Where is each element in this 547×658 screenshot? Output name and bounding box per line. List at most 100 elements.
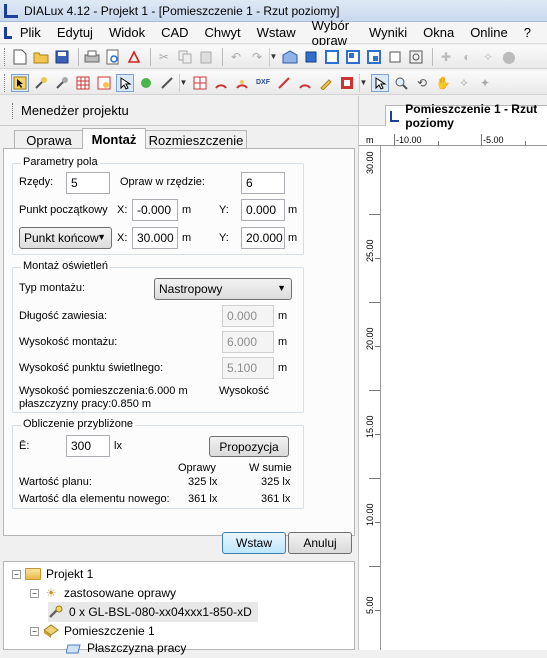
save-icon[interactable] <box>53 48 71 66</box>
select-luminaire-icon[interactable] <box>11 73 29 92</box>
arc-icon[interactable] <box>212 74 230 92</box>
document-tab[interactable]: Pomieszczenie 1 - Rzut poziomy <box>385 102 547 130</box>
dxf-icon[interactable]: DXF <box>254 74 272 92</box>
tree-item-workplane[interactable]: Płaszczyzna pracy <box>66 638 186 658</box>
toolbar-dropdown[interactable]: ▼ <box>359 73 367 92</box>
aim-luminaire-icon[interactable] <box>53 74 71 92</box>
tree-item-project[interactable]: − Projekt 1 <box>12 564 93 584</box>
table-icon[interactable] <box>74 74 92 92</box>
mount-height-input[interactable]: 6.000 <box>222 331 274 353</box>
side-view-icon[interactable] <box>344 48 362 66</box>
open-icon[interactable] <box>32 48 50 66</box>
toolbar-grip[interactable] <box>4 47 7 66</box>
tilt-icon[interactable] <box>158 74 176 92</box>
col-total-header: W sumie <box>249 462 292 474</box>
fly-icon[interactable]: ✦ <box>476 74 494 92</box>
insert-button[interactable]: Wstaw <box>222 532 286 554</box>
menu-online[interactable]: Online <box>470 25 508 40</box>
rows-input[interactable]: 5 <box>66 172 110 194</box>
pointer-icon[interactable] <box>371 73 389 92</box>
dwg-icon[interactable] <box>233 74 251 92</box>
cube-icon[interactable] <box>302 48 320 66</box>
magnifier-icon[interactable] <box>392 74 410 92</box>
view-icon[interactable] <box>365 48 383 66</box>
green-arrow-icon[interactable] <box>137 74 155 92</box>
toolbar-grip[interactable] <box>4 73 7 92</box>
rotate-luminaire-icon[interactable] <box>32 74 50 92</box>
undo-icon[interactable]: ↶ <box>227 48 245 66</box>
pencil-icon[interactable] <box>317 74 335 92</box>
collapse-icon[interactable]: − <box>30 626 39 636</box>
start-x-input[interactable]: -0.000 <box>132 199 178 221</box>
redo-icon[interactable]: ↷ <box>248 48 266 66</box>
new-icon[interactable] <box>11 48 29 66</box>
tree-item-luminaire[interactable]: 0 x GL-BSL-080-xx04xxx1-850-xD <box>48 602 258 622</box>
tab-montaz[interactable]: Montaż <box>82 128 146 149</box>
folder-icon <box>25 567 41 581</box>
e-input[interactable]: 300 <box>66 435 110 457</box>
hand-icon[interactable]: ✋ <box>434 74 452 92</box>
cut-icon[interactable]: ✂ <box>155 48 173 66</box>
front-view-icon[interactable] <box>323 48 341 66</box>
new-value-label: Wartość dla elementu nowego: <box>19 493 170 505</box>
proposal-button[interactable]: Propozycja <box>209 436 289 457</box>
measure-icon[interactable] <box>275 74 293 92</box>
collapse-icon[interactable]: − <box>30 588 39 598</box>
menu-wstaw[interactable]: Wstaw <box>257 25 296 40</box>
menu-plik[interactable]: Plik <box>20 25 41 40</box>
mount-type-select[interactable]: Nastropowy ▼ <box>154 278 292 300</box>
room-icon[interactable] <box>281 48 299 66</box>
pane-grip[interactable] <box>12 102 15 119</box>
print-preview-icon[interactable] <box>104 48 122 66</box>
per-row-input[interactable]: 6 <box>241 172 285 194</box>
menu-help[interactable]: ? <box>524 25 531 40</box>
light-table-icon[interactable] <box>95 74 113 92</box>
zoom-window-icon[interactable] <box>407 48 425 66</box>
menu-okna[interactable]: Okna <box>423 25 454 40</box>
grid-icon[interactable] <box>191 74 209 92</box>
ruler-y-tick: 20.00 <box>365 327 375 350</box>
menu-cad[interactable]: CAD <box>161 25 188 40</box>
menu-chwyt[interactable]: Chwyt <box>205 25 241 40</box>
menu-wyniki[interactable]: Wyniki <box>369 25 407 40</box>
cancel-button[interactable]: Anuluj <box>288 532 352 554</box>
light-icon[interactable]: ✚ <box>437 48 455 66</box>
menu-widok[interactable]: Widok <box>109 25 145 40</box>
print-icon[interactable] <box>83 48 101 66</box>
end-y-input[interactable]: 20.000 <box>241 227 285 249</box>
rotate-view-icon[interactable]: ⟲ <box>413 74 431 92</box>
end-x-input[interactable]: 30.000 <box>132 227 178 249</box>
light3-icon[interactable]: ✧ <box>479 48 497 66</box>
menu-wybor-opraw[interactable]: Wybór opraw <box>312 18 353 48</box>
pdf-icon[interactable] <box>125 48 143 66</box>
floor-icon[interactable] <box>338 74 356 92</box>
tree-item-used-luminaires[interactable]: − ☀ zastosowane oprawy <box>30 583 176 603</box>
start-point-label: Punkt początkowy <box>19 204 108 216</box>
stop-icon[interactable]: ⬤ <box>500 48 518 66</box>
light-point-label: Wysokość punktu świetlnego: <box>19 362 164 374</box>
end-point-select[interactable]: Punkt końcow ▼ <box>19 227 112 249</box>
dim-icon[interactable] <box>296 74 314 92</box>
end-y-unit: m <box>288 232 298 244</box>
walk-icon[interactable]: ⟡ <box>455 74 473 92</box>
suspension-input[interactable]: 0.000 <box>222 305 274 327</box>
tab-oprawa[interactable]: Oprawa <box>14 130 84 149</box>
ruler-x-tick: -5.00 <box>483 135 504 145</box>
toolbar-dropdown[interactable]: ▼ <box>269 47 277 66</box>
3d-view-icon[interactable] <box>386 48 404 66</box>
document-icon[interactable] <box>4 26 12 39</box>
select-icon[interactable] <box>116 73 134 92</box>
mount-type-label: Typ montażu: <box>19 282 86 294</box>
collapse-icon[interactable]: − <box>12 569 21 579</box>
light-point-input[interactable]: 5.100 <box>222 357 274 379</box>
toolbar-dropdown[interactable]: ▼ <box>179 73 187 92</box>
mounting-group: Montaż oświetleń Typ montażu: Nastropowy… <box>12 260 304 413</box>
menu-edytuj[interactable]: Edytuj <box>57 25 93 40</box>
start-y-input[interactable]: 0.000 <box>241 199 285 221</box>
paste-icon[interactable] <box>197 48 215 66</box>
dialux-doc-icon <box>390 110 400 122</box>
tab-rozmieszczenie[interactable]: Rozmieszczenie <box>145 130 247 149</box>
light2-icon[interactable]: ◐ <box>458 48 476 66</box>
workplane-icon <box>66 641 82 655</box>
copy-icon[interactable] <box>176 48 194 66</box>
